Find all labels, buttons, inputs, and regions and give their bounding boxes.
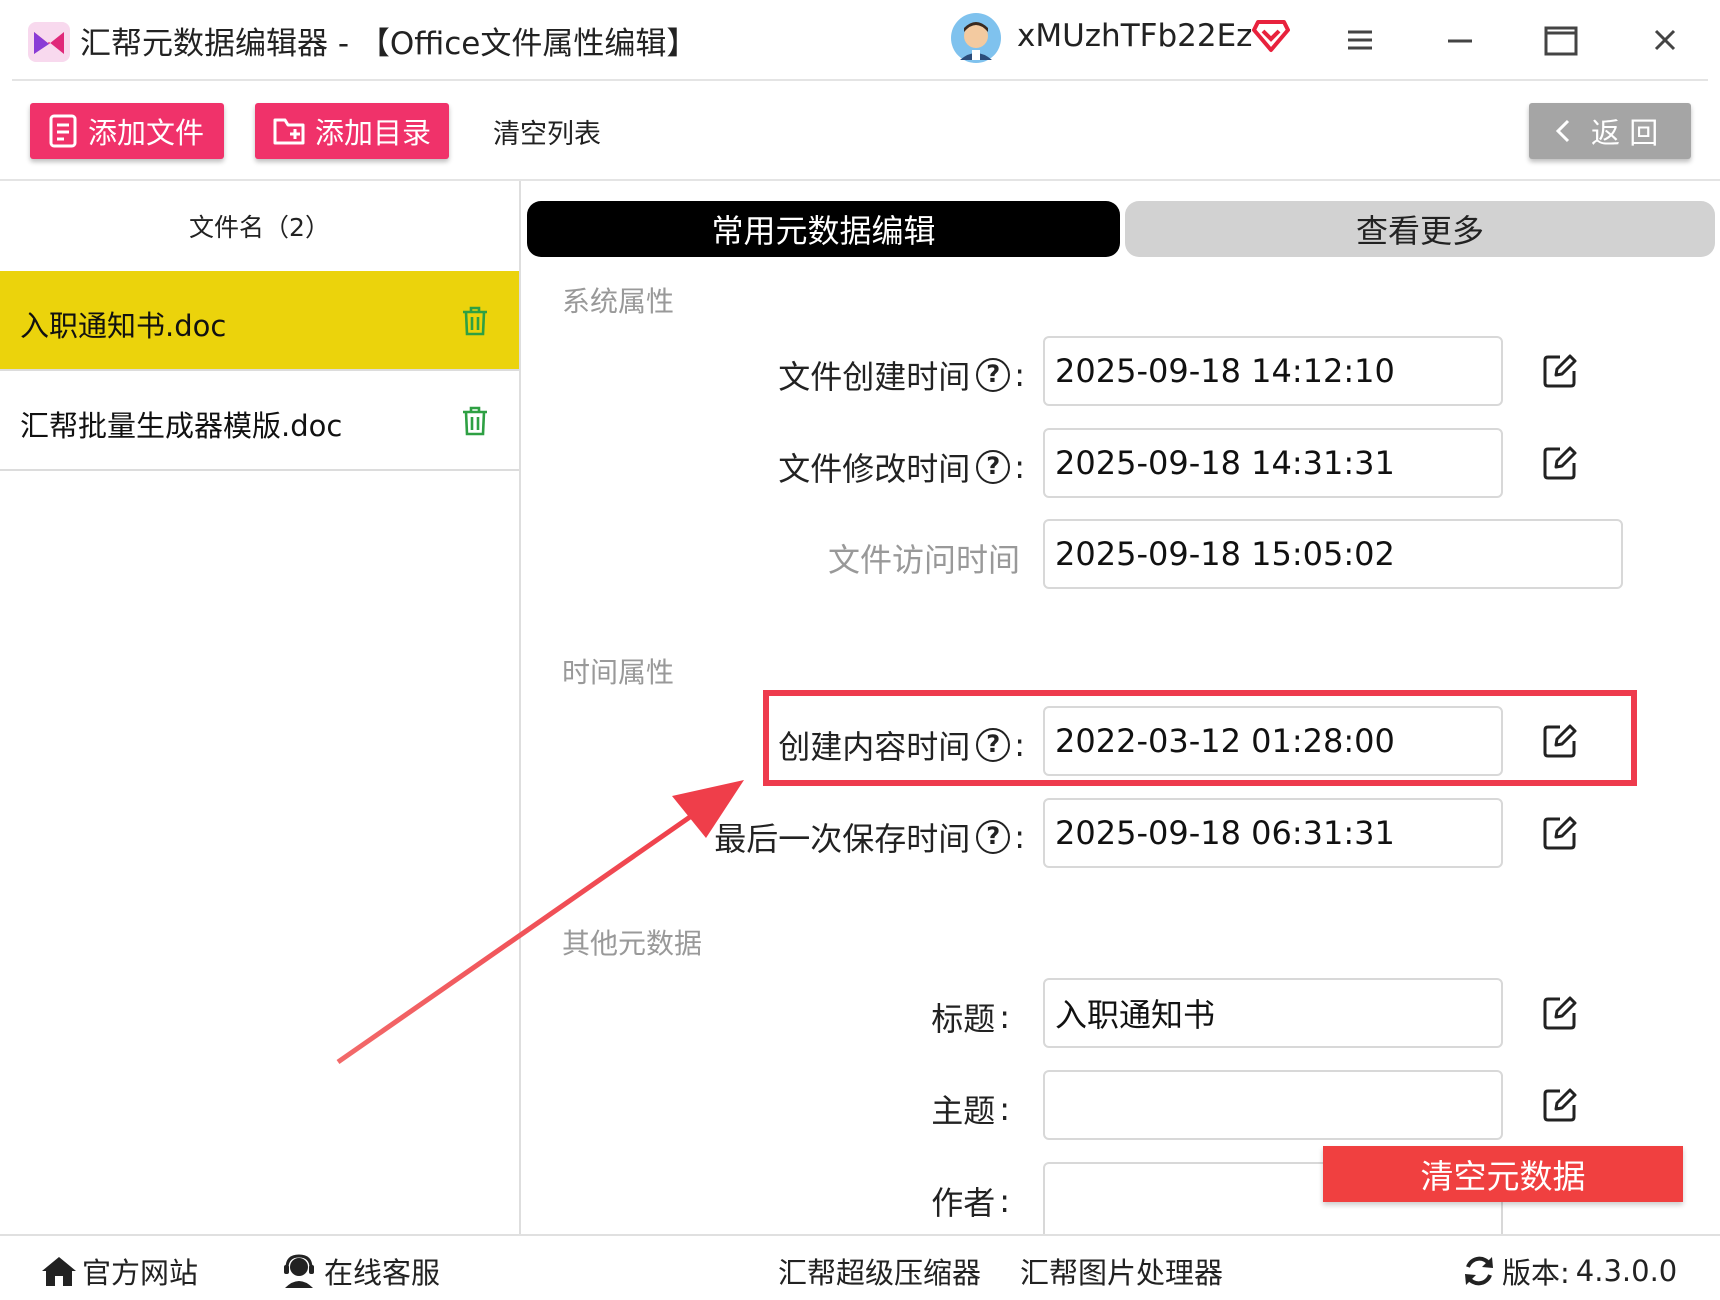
file-modified-input[interactable]: 2025-09-18 14:31:31: [1043, 428, 1503, 498]
field-label-title: 标题:: [931, 998, 1010, 1038]
title-divider: [12, 79, 1708, 81]
help-icon[interactable]: ?: [976, 358, 1011, 392]
help-icon[interactable]: ?: [976, 450, 1011, 484]
field-label-file-modified: 文件修改时间?:: [778, 448, 1025, 488]
panel-divider: [519, 181, 521, 1234]
field-label-file-created: 文件创建时间?:: [778, 356, 1025, 396]
edit-icon[interactable]: [1542, 445, 1578, 481]
section-title-system: 系统属性: [562, 285, 675, 318]
list-item[interactable]: 入职通知书.doc: [0, 271, 519, 371]
edit-icon[interactable]: [1542, 353, 1578, 389]
official-website-link[interactable]: 官方网站: [40, 1250, 198, 1292]
folder-plus-icon: [273, 115, 307, 147]
refresh-icon[interactable]: [1462, 1254, 1496, 1288]
compressor-link[interactable]: 汇帮超级压缩器: [778, 1250, 981, 1292]
subject-input[interactable]: [1043, 1070, 1503, 1140]
last-saved-input[interactable]: 2025-09-18 06:31:31: [1043, 798, 1503, 868]
image-tool-link[interactable]: 汇帮图片处理器: [1020, 1250, 1223, 1292]
add-file-label: 添加文件: [88, 116, 205, 150]
edit-icon[interactable]: [1542, 1087, 1578, 1123]
version-number: 4.3.0.0: [1575, 1254, 1678, 1288]
app-logo-icon: [28, 22, 70, 62]
minimize-icon[interactable]: [1440, 20, 1480, 60]
username: xMUzhTFb22Ez: [1017, 18, 1253, 54]
section-title-other: 其他元数据: [562, 927, 703, 960]
tab-common-metadata[interactable]: 常用元数据编辑: [527, 201, 1120, 257]
field-label-author: 作者:: [931, 1182, 1010, 1222]
home-icon: [40, 1254, 78, 1288]
field-label-subject: 主题:: [931, 1090, 1010, 1130]
back-button[interactable]: 返 回: [1529, 103, 1691, 159]
vip-diamond-icon[interactable]: [1252, 18, 1290, 54]
window-title: 汇帮元数据编辑器 - 【Office文件属性编辑】: [80, 26, 698, 62]
file-accessed-input: 2025-09-18 15:05:02: [1043, 519, 1623, 589]
highlight-box: [763, 690, 1637, 786]
official-website-label: 官方网站: [82, 1256, 199, 1290]
version-info: 版本: 4.3.0.0: [1462, 1250, 1677, 1292]
menu-icon[interactable]: [1340, 20, 1380, 60]
file-name: 入职通知书.doc: [20, 309, 227, 343]
file-created-input[interactable]: 2025-09-18 14:12:10: [1043, 336, 1503, 406]
edit-icon[interactable]: [1542, 815, 1578, 851]
chevron-left-icon: [1555, 118, 1571, 144]
file-name: 汇帮批量生成器模版.doc: [20, 409, 343, 443]
help-icon[interactable]: ?: [976, 820, 1011, 854]
headset-icon: [282, 1254, 316, 1288]
version-label: 版本:: [1502, 1256, 1570, 1290]
trash-icon[interactable]: [460, 305, 490, 337]
title-input[interactable]: 入职通知书: [1043, 978, 1503, 1048]
status-bar: 官方网站 在线客服 汇帮超级压缩器 汇帮图片处理器 版本: 4.3.0.0: [0, 1234, 1720, 1300]
field-label-last-saved: 最后一次保存时间?:: [714, 818, 1025, 858]
online-support-link[interactable]: 在线客服: [282, 1250, 440, 1292]
add-folder-button[interactable]: 添加目录: [255, 103, 449, 159]
maximize-icon[interactable]: [1540, 20, 1580, 60]
close-icon[interactable]: [1645, 20, 1685, 60]
add-folder-label: 添加目录: [315, 116, 432, 150]
online-support-label: 在线客服: [324, 1256, 441, 1290]
list-item[interactable]: 汇帮批量生成器模版.doc: [0, 371, 519, 471]
tab-view-more[interactable]: 查看更多: [1125, 201, 1715, 257]
file-list-icon: [48, 114, 80, 148]
clear-metadata-button[interactable]: 清空元数据: [1323, 1146, 1683, 1202]
file-list-header: 文件名（2）: [189, 213, 330, 242]
trash-icon[interactable]: [460, 405, 490, 437]
title-bar: 汇帮元数据编辑器 - 【Office文件属性编辑】 xMUzhTFb22Ez: [0, 0, 1720, 80]
field-label-file-accessed: 文件访问时间: [827, 541, 1020, 579]
avatar[interactable]: [950, 12, 1002, 64]
edit-icon[interactable]: [1542, 995, 1578, 1031]
section-title-time: 时间属性: [562, 656, 675, 689]
add-file-button[interactable]: 添加文件: [30, 103, 224, 159]
back-label: 返 回: [1591, 116, 1659, 150]
clear-list-button[interactable]: 清空列表: [493, 112, 601, 151]
